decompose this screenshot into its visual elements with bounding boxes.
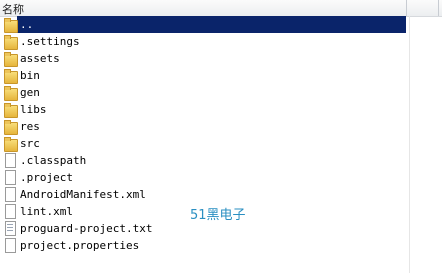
list-item-androidmanifest[interactable]: AndroidManifest.xml (0, 186, 410, 203)
file-icon (3, 204, 17, 219)
column-header: 名称 (0, 0, 442, 17)
file-name: res (20, 120, 40, 133)
list-item-libs[interactable]: libs (0, 101, 410, 118)
file-name: lint.xml (20, 205, 73, 218)
file-icon (3, 153, 17, 168)
file-icon (3, 170, 17, 185)
file-list: .. .settings assets bin gen libs res src… (0, 16, 410, 273)
file-name: proguard-project.txt (20, 222, 153, 235)
list-item-project-properties[interactable]: project.properties (0, 237, 410, 254)
column-separator[interactable] (406, 0, 407, 16)
watermark-text: 51黑电子 (190, 208, 246, 223)
list-item-src[interactable]: src (0, 135, 410, 152)
list-item-res[interactable]: res (0, 118, 410, 135)
list-item-project[interactable]: .project (0, 169, 410, 186)
file-name: .. (19, 16, 35, 33)
file-name: .classpath (20, 154, 87, 167)
file-name: src (20, 137, 40, 150)
file-name: libs (20, 103, 47, 116)
file-name: project.properties (20, 239, 140, 252)
list-item-bin[interactable]: bin (0, 67, 410, 84)
file-icon (3, 238, 17, 253)
file-name: .project (20, 171, 73, 184)
text-file-icon (3, 221, 17, 236)
column-separator[interactable] (438, 0, 439, 16)
folder-icon (3, 85, 18, 101)
folder-icon (3, 17, 18, 33)
selection-highlight (17, 16, 406, 33)
list-item-parent-folder[interactable]: .. (0, 16, 410, 33)
file-name: AndroidManifest.xml (20, 188, 146, 201)
folder-icon (3, 68, 18, 84)
list-item-settings[interactable]: .settings (0, 33, 410, 50)
folder-icon (3, 51, 18, 67)
list-item-classpath[interactable]: .classpath (0, 152, 410, 169)
list-item-assets[interactable]: assets (0, 50, 410, 67)
folder-icon (3, 102, 18, 118)
name-column-header[interactable]: 名称 (2, 1, 24, 17)
folder-icon (3, 119, 18, 135)
folder-icon (3, 34, 18, 50)
file-name: bin (20, 69, 40, 82)
file-icon (3, 187, 17, 202)
file-name: gen (20, 86, 40, 99)
list-item-gen[interactable]: gen (0, 84, 410, 101)
file-name: assets (20, 52, 60, 65)
folder-icon (3, 136, 18, 152)
file-name: .settings (20, 35, 80, 48)
